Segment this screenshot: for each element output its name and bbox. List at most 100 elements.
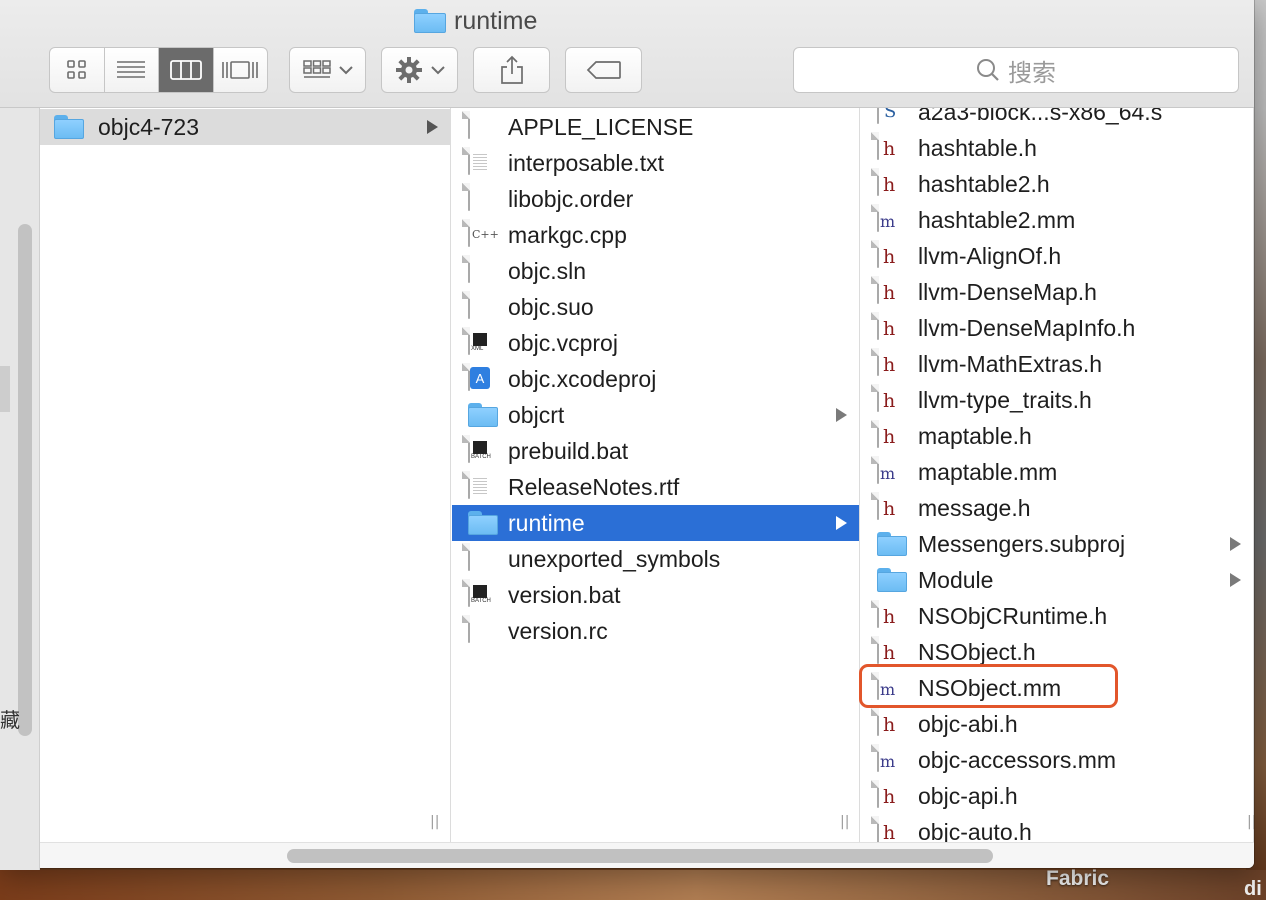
file-row[interactable]: Sa2a3-block...s-x86_64.s — [861, 108, 1253, 130]
file-row[interactable]: m NSObject.mm — [861, 670, 1253, 706]
folder-icon — [877, 532, 907, 556]
arrange-button[interactable] — [289, 47, 366, 93]
file-row[interactable]: C++ markgc.cpp — [452, 217, 859, 253]
file-row[interactable]: h llvm-type_traits.h — [861, 382, 1253, 418]
batch-file-icon: BATCH — [468, 435, 491, 463]
search-field[interactable]: 搜索 — [793, 47, 1239, 93]
share-button[interactable] — [473, 47, 550, 93]
file-row[interactable]: version.rc — [452, 613, 859, 649]
cpp-file-icon: C++ — [468, 219, 499, 247]
view-gallery-button[interactable] — [214, 48, 268, 92]
file-row[interactable]: objc4-723 — [40, 109, 450, 145]
view-icons-button[interactable] — [50, 48, 105, 92]
file-row[interactable]: h NSObjCRuntime.h — [861, 598, 1253, 634]
header-file-icon: h — [877, 132, 895, 160]
disclosure-arrow-icon[interactable] — [836, 516, 847, 530]
window-title-text: runtime — [454, 6, 538, 35]
file-name: libobjc.order — [508, 185, 634, 212]
file-name: objcrt — [508, 401, 565, 428]
file-name: version.bat — [508, 581, 621, 608]
file-name: objc-api.h — [918, 782, 1018, 809]
file-row[interactable]: h objc-auto.h — [861, 814, 1253, 842]
header-file-icon: h — [877, 348, 895, 376]
action-button[interactable] — [381, 47, 458, 93]
file-row[interactable]: h llvm-MathExtras.h — [861, 346, 1253, 382]
column-3[interactable]: Sa2a3-block...s-x86_64.s h hashtable.h h has… — [861, 108, 1254, 842]
folder-icon — [468, 511, 498, 535]
objc-source-file-icon: m — [877, 456, 895, 484]
desktop-icon-label[interactable]: Fabric — [1046, 867, 1109, 891]
header-file-icon: h — [877, 636, 895, 664]
file-row[interactable]: h message.h — [861, 490, 1253, 526]
file-name: message.h — [918, 494, 1031, 521]
file-name: unexported_symbols — [508, 545, 721, 572]
file-row[interactable]: BATCH prebuild.bat — [452, 433, 859, 469]
file-row[interactable]: BATCH version.bat — [452, 577, 859, 613]
file-row[interactable]: h NSObject.h — [861, 634, 1253, 670]
document-icon — [468, 543, 470, 571]
file-row[interactable]: h objc-api.h — [861, 778, 1253, 814]
file-row[interactable]: Module — [861, 562, 1253, 598]
file-row[interactable]: unexported_symbols — [452, 541, 859, 577]
file-name: objc4-723 — [98, 113, 200, 140]
column-2[interactable]: APPLE_LICENSE interposable.txt libobjc.ord… — [452, 108, 860, 842]
sidebar-scrollbar[interactable] — [18, 224, 32, 736]
file-row[interactable]: objcrt — [452, 397, 859, 433]
file-row[interactable]: objc.suo — [452, 289, 859, 325]
header-file-icon: h — [877, 312, 895, 340]
file-row[interactable]: Messengers.subproj — [861, 526, 1253, 562]
chevron-down-icon — [430, 66, 445, 75]
search-icon — [977, 59, 999, 81]
folder-icon — [54, 115, 84, 139]
desktop-icon-label-2[interactable]: di — [1244, 878, 1262, 900]
file-row[interactable]: h llvm-AlignOf.h — [861, 238, 1253, 274]
file-name: llvm-AlignOf.h — [918, 242, 1062, 269]
file-row[interactable]: Aobjc.xcodeproj — [452, 361, 859, 397]
file-name: NSObject.mm — [918, 674, 1062, 701]
objc-source-file-icon: m — [877, 744, 895, 772]
file-row[interactable]: runtime — [452, 505, 859, 541]
file-name: objc.suo — [508, 293, 594, 320]
file-row[interactable]: h maptable.h — [861, 418, 1253, 454]
file-row[interactable]: libobjc.order — [452, 181, 859, 217]
sidebar-selection — [0, 366, 10, 412]
document-icon — [468, 255, 470, 283]
view-columns-button[interactable] — [159, 48, 214, 92]
file-name: Messengers.subproj — [918, 530, 1126, 557]
file-name: objc.sln — [508, 257, 586, 284]
horizontal-scrollbar[interactable] — [40, 842, 1254, 868]
arrange-icon — [302, 60, 331, 78]
finder-window: runtime 搜索 objc4-723 APPLE_LICENSE inter… — [0, 0, 1254, 868]
file-row[interactable]: m objc-accessors.mm — [861, 742, 1253, 778]
file-row[interactable]: h objc-abi.h — [861, 706, 1253, 742]
file-name: objc-abi.h — [918, 710, 1018, 737]
file-row[interactable]: h hashtable.h — [861, 130, 1253, 166]
view-list-button[interactable] — [105, 48, 159, 92]
sidebar-edge: 藏 — [0, 108, 40, 870]
document-icon — [468, 111, 470, 139]
file-name: a2a3-block...s-x86_64.s — [918, 108, 1163, 125]
file-row[interactable]: ReleaseNotes.rtf — [452, 469, 859, 505]
folder-icon — [877, 568, 907, 592]
tags-button[interactable] — [565, 47, 642, 93]
file-row[interactable]: h hashtable2.h — [861, 166, 1253, 202]
horizontal-scroll-thumb[interactable] — [287, 849, 993, 863]
header-file-icon: h — [877, 276, 895, 304]
file-row[interactable]: APPLE_LICENSE — [452, 109, 859, 145]
disclosure-arrow-icon[interactable] — [427, 120, 438, 134]
file-row[interactable]: interposable.txt — [452, 145, 859, 181]
file-row[interactable]: m hashtable2.mm — [861, 202, 1253, 238]
file-row[interactable]: objc.sln — [452, 253, 859, 289]
disclosure-arrow-icon[interactable] — [1230, 573, 1241, 587]
file-row[interactable]: XML objc.vcproj — [452, 325, 859, 361]
file-name: NSObjCRuntime.h — [918, 602, 1108, 629]
file-row[interactable]: m maptable.mm — [861, 454, 1253, 490]
file-row[interactable]: h llvm-DenseMap.h — [861, 274, 1253, 310]
column-1[interactable]: objc4-723 — [40, 108, 451, 842]
list-icon — [117, 61, 146, 78]
disclosure-arrow-icon[interactable] — [1230, 537, 1241, 551]
file-name: ReleaseNotes.rtf — [508, 473, 680, 500]
file-name: markgc.cpp — [508, 221, 627, 248]
file-row[interactable]: h llvm-DenseMapInfo.h — [861, 310, 1253, 346]
disclosure-arrow-icon[interactable] — [836, 408, 847, 422]
